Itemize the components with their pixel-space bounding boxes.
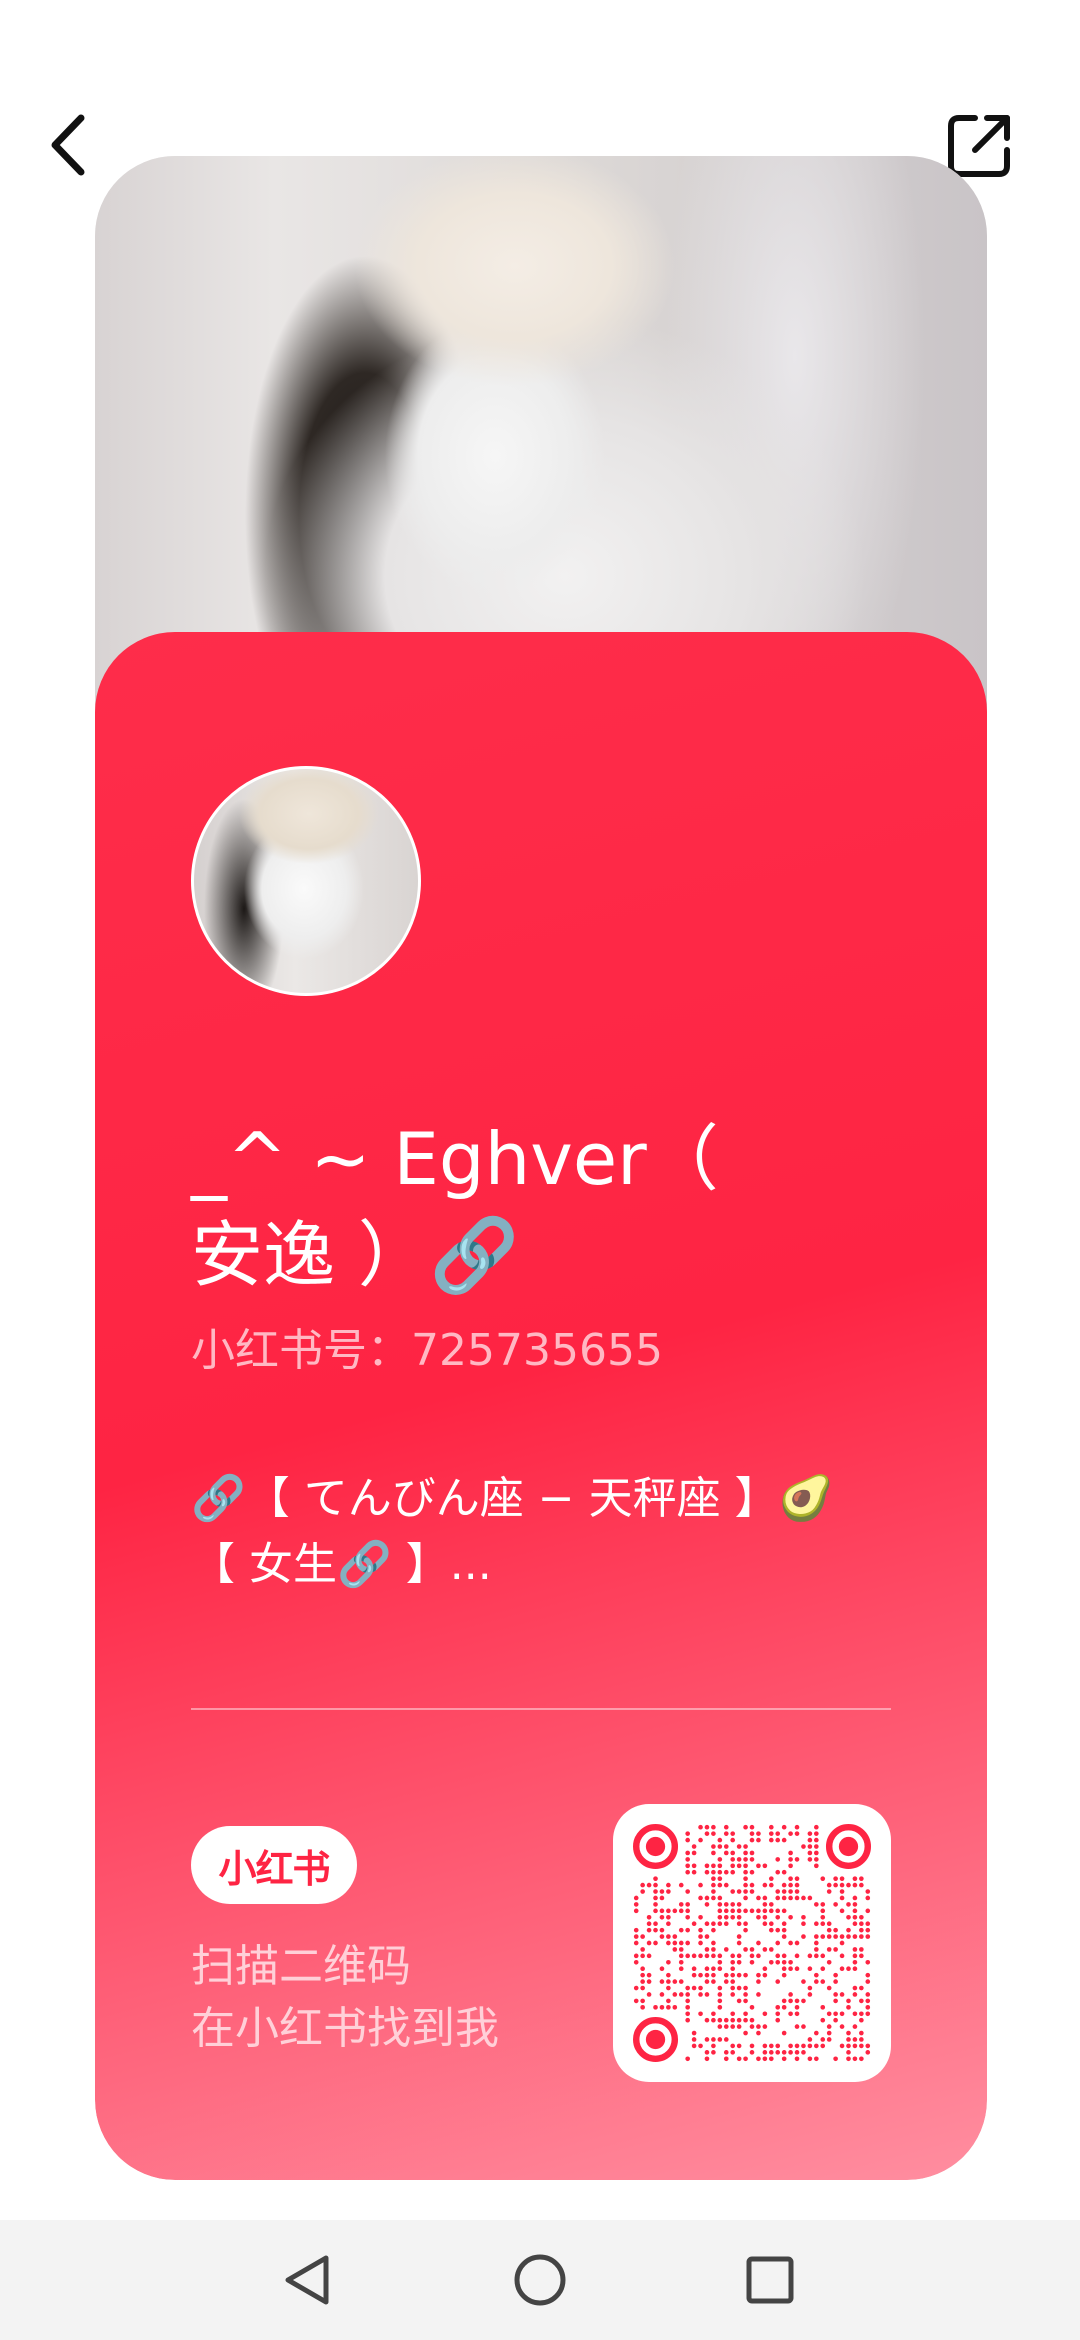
scan-line-1: 扫描二维码 [191, 1941, 411, 1992]
red-id-number: 小红书号：725735655 [191, 1325, 663, 1376]
xiaohongshu-logo: 小红书 [191, 1826, 357, 1904]
qr-code[interactable] [613, 1804, 891, 2082]
nav-back-button[interactable] [272, 2244, 344, 2316]
qr-code-pattern [633, 1824, 871, 2062]
scan-instruction: 扫描二维码 在小红书找到我 [191, 1936, 499, 2060]
avatar [191, 766, 421, 996]
profile-name: _^ ~ Eghver（ 安逸 ）🔗 [191, 1117, 719, 1297]
nav-recents-button[interactable] [734, 2244, 806, 2316]
square-recents-icon [746, 2256, 794, 2304]
nav-home-button[interactable] [504, 2244, 576, 2316]
system-navigation-bar [0, 2220, 1080, 2340]
triangle-back-icon [285, 2255, 329, 2305]
share-card-screen: _^ ~ Eghver（ 安逸 ）🔗 小红书号：725735655 🔗【 てんび… [0, 0, 1080, 2340]
scan-line-2: 在小红书找到我 [191, 2003, 499, 2054]
chevron-left-icon [51, 114, 85, 176]
divider [191, 1708, 891, 1710]
circle-home-icon [514, 2254, 566, 2306]
profile-bio: 🔗【 てんびん座 − 天秤座 】🥑【 女生🔗 】... [191, 1473, 834, 1590]
profile-share-card: _^ ~ Eghver（ 安逸 ）🔗 小红书号：725735655 🔗【 てんび… [95, 156, 987, 2180]
